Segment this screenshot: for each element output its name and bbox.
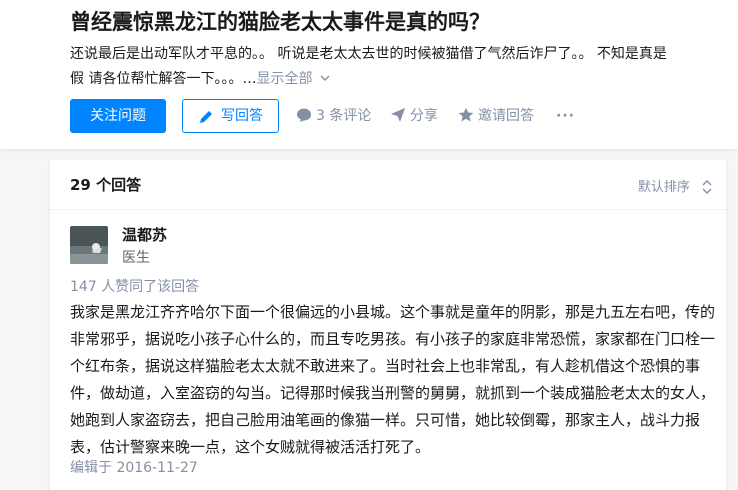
answer-count: 29 个回答 xyxy=(70,176,142,194)
answer-content: 我家是黑龙江齐齐哈尔下面一个很偏远的小县城。这个事就是童年的阴影，那是九五左右吧… xyxy=(70,299,720,461)
author-bio: 医生 xyxy=(122,250,150,266)
author-name[interactable]: 温都苏 xyxy=(122,224,167,245)
invite-answer-label: 邀请回答 xyxy=(478,108,534,124)
comments-button[interactable]: 3 条评论 xyxy=(296,99,371,133)
show-all-label: 显示全部 xyxy=(256,71,313,87)
edited-timestamp[interactable]: 编辑于 2016-11-27 xyxy=(70,457,198,477)
comment-icon xyxy=(297,108,311,122)
answers-header: 29 个回答 默认排序 xyxy=(50,160,726,210)
answer-line: 个红布条，据说这样猫脸老太太就不敢进来了。当时社会上也非常乱，有人趁机借这个恐惧… xyxy=(70,357,701,375)
follow-question-button[interactable]: 关注问题 xyxy=(70,99,166,133)
sort-button[interactable]: 默认排序 xyxy=(638,176,712,195)
share-label: 分享 xyxy=(410,108,438,124)
question-detail-line: 假 请各位帮忙解答一下。。。… xyxy=(70,71,257,87)
pencil-icon xyxy=(200,111,212,123)
star-icon xyxy=(458,107,474,122)
sort-label: 默认排序 xyxy=(637,180,690,195)
question-detail-line: 还说最后是出动军队才平息的。。 听说是老太太去世的时候被猫借了气然后诈尸了。。 … xyxy=(70,46,667,62)
invite-answer-button[interactable]: 邀请回答 xyxy=(458,99,534,133)
share-icon xyxy=(391,108,405,122)
question-detail[interactable]: 还说最后是出动军队才平息的。。 听说是老太太去世的时候被猫借了气然后诈尸了。。 … xyxy=(70,42,730,92)
answer-line: 她跑到人家盗窃去，把自己脸用油笔画的像猫一样。只可惜，她比较倒霉，那家主人，战斗… xyxy=(70,411,701,429)
answer-line: 我家是黑龙江齐齐哈尔下面一个很偏远的小县城。这个事就是童年的阴影，那是九五左右吧… xyxy=(70,303,716,321)
comments-label: 3 条评论 xyxy=(316,108,372,124)
more-icon[interactable]: ··· xyxy=(556,99,575,133)
chevron-down-icon xyxy=(320,75,330,81)
question-title: 曾经震惊黑龙江的猫脸老太太事件是真的吗？ xyxy=(70,10,490,34)
answer-line: 非常邪乎，据说吃小孩子心什么的，而且专吃男孩。有小孩子的家庭非常恐慌，家家都在门… xyxy=(70,330,716,348)
avatar[interactable] xyxy=(70,226,108,264)
answer-line: 件，做劫道，入室盗窃的勾当。记得那时候我当刑警的舅舅，就抓到一个装成猫脸老太太的… xyxy=(70,384,716,402)
show-all-link[interactable]: 显示全部 xyxy=(256,71,330,87)
avatar-image xyxy=(70,226,108,264)
sort-icon xyxy=(702,180,712,194)
question-header: 曾经震惊黑龙江的猫脸老太太事件是真的吗？ 还说最后是出动军队才平息的。。 听说是… xyxy=(0,0,738,149)
write-answer-label: 写回答 xyxy=(221,108,263,124)
share-button[interactable]: 分享 xyxy=(390,99,438,133)
write-answer-button[interactable]: 写回答 xyxy=(182,99,279,133)
vote-count: 147 人赞同了该回答 xyxy=(70,279,200,295)
answers-card: 29 个回答 默认排序 温都苏 医生 147 人赞同了该回答 我家是黑龙江齐齐哈… xyxy=(50,160,726,490)
